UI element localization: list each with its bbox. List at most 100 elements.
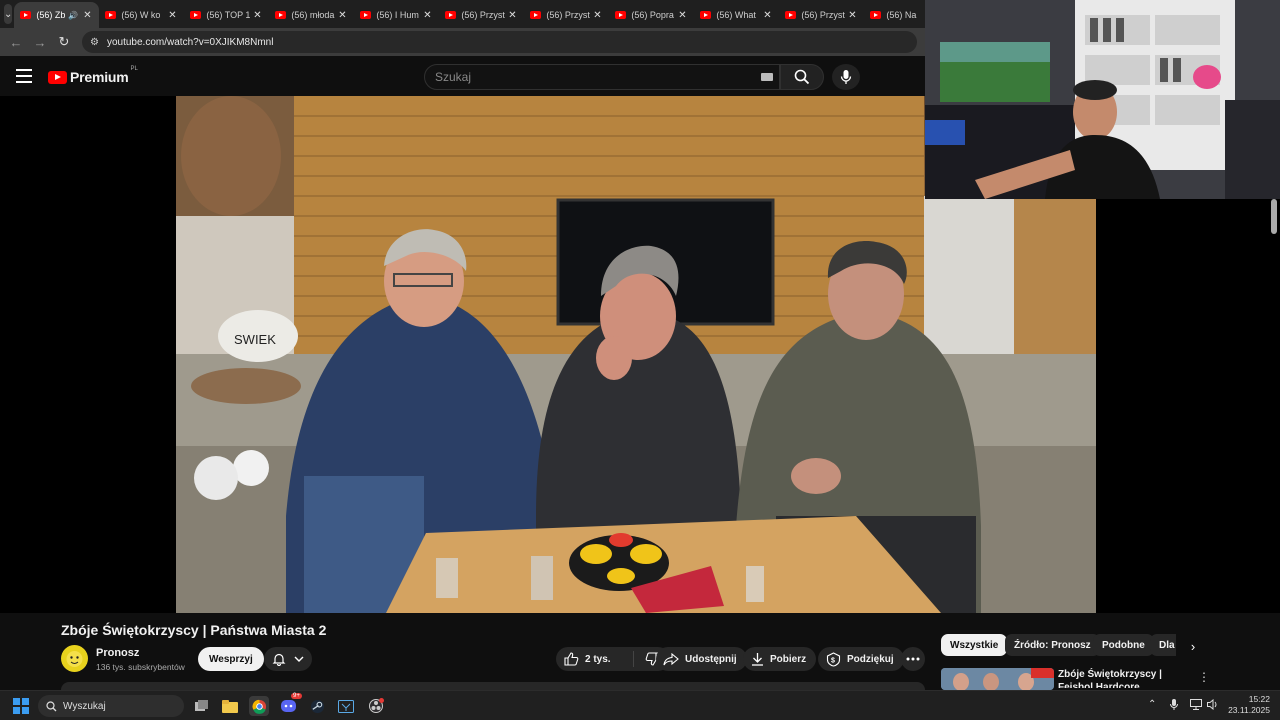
avatar-face-icon (66, 651, 83, 667)
task-view-icon[interactable] (192, 696, 212, 716)
youtube-favicon-icon (530, 11, 542, 19)
address-bar-row: ← → ↻ ⚙ youtube.com/watch?v=0XJIKM8Nmnl (0, 28, 925, 56)
tab-close-icon[interactable]: ✕ (761, 10, 773, 21)
remote-desktop-icon[interactable] (336, 696, 356, 716)
tab-title: (56) What (716, 10, 756, 20)
tab-close-icon[interactable]: ✕ (166, 10, 178, 21)
tab-title: (56) Przyst (461, 10, 505, 20)
browser-tab[interactable]: (56) Przyst ✕ (524, 2, 609, 28)
tab-close-icon[interactable]: ✕ (421, 10, 433, 21)
webcam-overlay (925, 0, 1280, 199)
chip-all[interactable]: Wszystkie (941, 634, 1008, 656)
streamer-webcam-illustration (925, 0, 1280, 199)
voice-search-button[interactable] (832, 64, 860, 90)
svg-text:$: $ (831, 657, 835, 664)
youtube-favicon-icon (445, 11, 457, 19)
taskbar-search[interactable]: Wyszukaj (38, 695, 184, 717)
chevron-right-icon[interactable]: › (1183, 636, 1203, 656)
tab-close-icon[interactable]: ✕ (251, 10, 263, 21)
discord-icon[interactable]: 9+ (279, 693, 302, 716)
tab-audio-icon[interactable]: 🔊 (68, 11, 78, 20)
tab-close-icon[interactable]: ✕ (336, 10, 348, 21)
youtube-favicon-icon (700, 11, 712, 19)
sidebar-scrollbar[interactable] (1271, 199, 1277, 234)
tab-close-icon[interactable]: ✕ (846, 10, 858, 21)
browser-tab[interactable]: (56) W ko ✕ (99, 2, 184, 28)
more-actions-button[interactable] (901, 647, 925, 671)
windows-taskbar: Wyszukaj 9+ ⌃ 15:22 23.11.2025 (0, 690, 1280, 720)
steam-icon[interactable] (307, 696, 327, 716)
search-button[interactable] (780, 64, 824, 90)
description-box[interactable] (61, 682, 925, 690)
youtube-premium-logo[interactable]: Premium PL (48, 66, 138, 85)
browser-tab[interactable]: (56) Przyst ✕ (439, 2, 524, 28)
chrome-icon[interactable] (249, 696, 269, 716)
url-field[interactable]: ⚙ youtube.com/watch?v=0XJIKM8Nmnl (82, 31, 917, 53)
taskbar-clock[interactable]: 15:22 23.11.2025 (1224, 694, 1270, 716)
share-icon (663, 652, 679, 665)
download-icon (752, 653, 763, 666)
subscriber-count: 136 tys. subskrybentów (96, 662, 185, 672)
menu-hamburger-icon[interactable] (16, 69, 32, 83)
tab-close-icon[interactable]: ✕ (506, 10, 518, 21)
youtube-favicon-icon (105, 11, 117, 19)
tab-close-icon[interactable]: ✕ (81, 10, 93, 21)
tab-title: (56) Popra (631, 10, 674, 20)
channel-avatar[interactable] (61, 645, 88, 672)
recommendation-title[interactable]: Zbóje Świętokrzyscy | Fejsbol Hardcore (1058, 668, 1198, 688)
keyboard-icon[interactable] (761, 73, 773, 81)
recommendation-thumbnail[interactable] (941, 668, 1054, 690)
tab-title: (56) Zb (36, 10, 66, 20)
tab-title: (56) W ko (121, 10, 161, 20)
browser-tab[interactable]: (56) młoda ✕ (269, 2, 354, 28)
chip-related[interactable]: Podobne (1093, 634, 1154, 656)
chip-for-you[interactable]: Dla (1150, 634, 1176, 656)
browser-tab[interactable]: (56) TOP 1 ✕ (184, 2, 269, 28)
region-code: PL (130, 66, 138, 72)
speaker-icon[interactable] (1207, 698, 1219, 713)
video-title: Zbóje Świętokrzyscy | Państwa Miasta 2 (61, 622, 327, 638)
youtube-favicon-icon (785, 11, 797, 19)
youtube-favicon-icon (615, 11, 627, 19)
tab-close-icon[interactable]: ✕ (676, 10, 688, 21)
tab-search-chevron-icon[interactable]: ⌄ (4, 4, 13, 24)
browser-tab[interactable]: (56) Przyst ✕ (779, 2, 864, 28)
recommendation-thumbnail-image (941, 668, 1054, 690)
tab-title: (56) I Hum (376, 10, 419, 20)
site-info-icon[interactable]: ⚙ (90, 37, 99, 48)
share-button[interactable]: Udostępnij (656, 647, 747, 671)
microphone-tray-icon[interactable] (1170, 699, 1178, 713)
browser-tab[interactable]: (56) What ✕ (694, 2, 779, 28)
taskbar-search-label: Wyszukaj (63, 700, 106, 712)
youtube-play-icon (48, 70, 67, 84)
windows-start-icon[interactable] (13, 698, 29, 714)
tab-title: (56) Przyst (546, 10, 590, 20)
file-explorer-icon[interactable] (220, 696, 240, 716)
browser-tab[interactable]: (56) Zb 🔊 ✕ (14, 2, 100, 28)
tray-chevron-up-icon[interactable]: ⌃ (1148, 699, 1156, 710)
thanks-label: Podziękuj (847, 653, 894, 665)
like-button[interactable]: 2 tys. (556, 651, 634, 667)
browser-tab[interactable]: (56) Popra ✕ (609, 2, 694, 28)
reload-icon[interactable]: ↻ (52, 34, 76, 50)
chip-from-source[interactable]: Źródło: Pronosz (1005, 634, 1100, 656)
download-button[interactable]: Pobierz (743, 647, 817, 671)
microphone-icon (840, 70, 852, 84)
support-button[interactable]: Wesprzyj (198, 647, 264, 671)
channel-name[interactable]: Pronosz (96, 647, 139, 659)
network-icon[interactable] (1190, 699, 1202, 713)
youtube-favicon-icon (190, 11, 202, 19)
search-input[interactable]: Szukaj (424, 64, 780, 90)
clock-date: 23.11.2025 (1228, 705, 1270, 715)
chevron-down-icon (294, 656, 304, 662)
more-horizontal-icon (906, 657, 920, 661)
tab-close-icon[interactable]: ✕ (591, 10, 603, 21)
more-vertical-icon[interactable]: ⋮ (1198, 670, 1210, 684)
search-icon (46, 700, 57, 711)
browser-tab[interactable]: (56) I Hum ✕ (354, 2, 439, 28)
forward-arrow-icon[interactable]: → (28, 35, 52, 50)
back-arrow-icon[interactable]: ← (4, 35, 28, 50)
notifications-button[interactable] (264, 647, 312, 671)
obs-record-icon[interactable] (366, 696, 386, 716)
thanks-button[interactable]: $ Podziękuj (818, 647, 904, 671)
